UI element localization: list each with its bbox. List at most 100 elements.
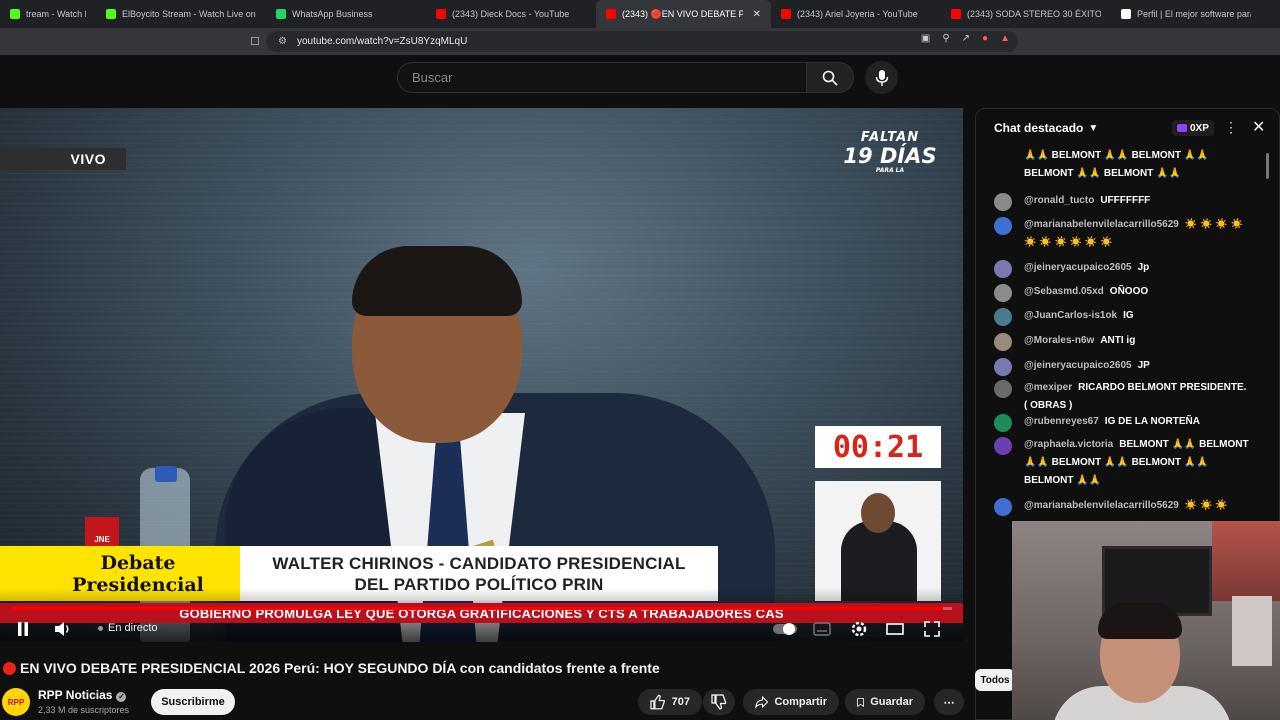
chat-message[interactable]: @raphaela.victoria BELMONT 🙏🙏 BELMONT 🙏🙏 … [994, 436, 1252, 490]
channel-name[interactable]: RPP Noticias ✓ [38, 688, 127, 702]
chat-filter-chip[interactable]: Todos [975, 669, 1015, 691]
chat-author[interactable]: @rubenreyes67 [1024, 416, 1099, 427]
chat-avatar[interactable] [994, 284, 1012, 302]
url-field[interactable]: ⚙ youtube.com/watch?v=ZsU8YzqMLqU [266, 31, 1018, 52]
theater-mode-button[interactable] [884, 618, 906, 640]
site-info-icon[interactable]: ⚙ [278, 36, 287, 47]
chat-author[interactable]: @JuanCarlos-is1ok [1024, 310, 1117, 321]
chat-author[interactable]: @jeineryacupaico2605 [1024, 262, 1132, 273]
chat-message[interactable]: 🙏🙏 BELMONT 🙏🙏 BELMONT 🙏🙏 BELMONT 🙏🙏 BELM… [994, 147, 1252, 183]
channel-avatar[interactable]: RPP [2, 688, 30, 716]
share-page-icon[interactable]: ↗ [962, 33, 970, 44]
tab-favicon-icon [1121, 9, 1131, 19]
vpn-icon[interactable]: ▲ [1000, 33, 1010, 44]
tab-label: (2343) Dieck Docs - YouTube [452, 9, 570, 19]
tab-favicon-icon [436, 9, 446, 19]
chat-text: ANTI ig [1100, 335, 1136, 346]
subscribe-button[interactable]: Suscribirme [151, 689, 235, 715]
settings-button[interactable] [848, 618, 870, 640]
chat-text: 🙏🙏 BELMONT 🙏🙏 BELMONT 🙏🙏 BELMONT 🙏🙏 BELM… [1024, 150, 1209, 179]
share-button[interactable]: Compartir [743, 689, 839, 715]
tab-favicon-icon [951, 9, 961, 19]
chat-author[interactable]: @ronald_tucto [1024, 195, 1094, 206]
tab-close-icon[interactable]: ✕ [753, 9, 761, 20]
tab-label: tream - Watch Live on Ki [26, 9, 86, 19]
video-player[interactable]: VIVO FALTAN 19 DÍAS PARA LA 00:21 JNE De… [0, 108, 963, 642]
chat-author[interactable]: @jeineryacupaico2605 [1024, 360, 1132, 371]
browser-tab[interactable]: tream - Watch Live on Ki [0, 0, 96, 28]
extension-icon[interactable]: ● [982, 33, 988, 44]
bottle-cap [155, 466, 177, 482]
theater-icon [886, 623, 904, 635]
bookmark-icon[interactable]: ☐ [250, 35, 260, 48]
like-button[interactable]: 707 [638, 689, 702, 715]
search-input[interactable]: Buscar [397, 62, 807, 93]
chat-avatar[interactable] [994, 333, 1012, 351]
zoom-icon[interactable]: ⚲ [942, 33, 949, 44]
chat-avatar[interactable] [994, 308, 1012, 326]
chat-message[interactable]: @ronald_tucto UFFFFFFF [994, 192, 1252, 211]
chat-author[interactable]: @Sebasmd.05xd [1024, 286, 1104, 297]
browser-tab[interactable]: Perfil | El mejor software para poten [1111, 0, 1261, 28]
chat-avatar[interactable] [994, 414, 1012, 432]
chat-avatar[interactable] [994, 260, 1012, 278]
xp-badge[interactable]: 0XP [1172, 120, 1214, 136]
browser-tab[interactable]: (2343) Dieck Docs - YouTube [426, 0, 596, 28]
chat-text: ☀️ ☀️ ☀️ [1184, 500, 1228, 511]
chat-message[interactable]: @jeineryacupaico2605 JP [994, 357, 1252, 376]
tab-favicon-icon [781, 9, 791, 19]
dislike-button[interactable] [703, 689, 735, 715]
chat-message[interactable]: @Sebasmd.05xd OÑOOO [994, 283, 1252, 302]
voice-search-button[interactable] [865, 61, 898, 94]
browser-tab[interactable]: (2343) 🔴EN VIVO DEBATE P ✕ [596, 0, 771, 28]
browser-tab[interactable]: ElBoycito Stream - Watch Live on [96, 0, 266, 28]
chat-avatar[interactable] [994, 380, 1012, 398]
chat-scrollbar[interactable] [1266, 153, 1269, 179]
countdown-line3: PARA LA [875, 167, 905, 174]
tab-label: ElBoycito Stream - Watch Live on [122, 9, 256, 19]
chat-message[interactable]: @rubenreyes67 IG DE LA NORTEÑA [994, 413, 1252, 432]
pause-button[interactable] [12, 618, 34, 640]
chat-message[interactable]: @Morales-n6w ANTI ig [994, 332, 1252, 351]
share-label: Compartir [774, 696, 827, 708]
chat-message[interactable]: @mexiper RICARDO BELMONT PRESIDENTE. ( OB… [994, 379, 1252, 415]
browser-tab[interactable]: WhatsApp Business [266, 0, 426, 28]
chat-message[interactable]: @marianabelenvilelacarrillo5629 ☀️ ☀️ ☀️ [994, 497, 1252, 516]
search-button[interactable] [806, 62, 854, 93]
volume-button[interactable] [52, 618, 74, 640]
save-button[interactable]: Guardar [845, 689, 925, 715]
live-indicator[interactable]: En directo [98, 622, 158, 634]
fullscreen-button[interactable] [921, 618, 943, 640]
progress-bar[interactable] [12, 607, 952, 610]
chat-menu-icon[interactable]: ⋮ [1224, 119, 1238, 136]
autoplay-toggle[interactable] [772, 618, 798, 640]
bookmark-save-icon [857, 697, 864, 707]
chat-avatar[interactable] [994, 498, 1012, 516]
chat-text: Jp [1137, 262, 1150, 273]
install-icon[interactable]: ▣ [921, 33, 930, 44]
chat-avatar[interactable] [994, 437, 1012, 455]
chat-author[interactable]: @marianabelenvilelacarrillo5629 [1024, 500, 1179, 511]
chat-author[interactable]: @Morales-n6w [1024, 335, 1094, 346]
live-dot-icon [98, 625, 103, 631]
chat-avatar[interactable] [994, 358, 1012, 376]
channel-name-text: RPP Noticias [38, 688, 113, 702]
chat-avatar[interactable] [994, 193, 1012, 211]
browser-tab[interactable]: (2343) Ariel Joyeria - YouTube [771, 0, 941, 28]
countdown-days: 19 DÍAS [843, 144, 937, 168]
chat-author[interactable]: @marianabelenvilelacarrillo5629 [1024, 219, 1179, 230]
close-icon[interactable]: ✕ [1252, 117, 1265, 137]
browser-tab[interactable]: (2343) SODA STEREO 30 ÉXITOS CLÁ [941, 0, 1111, 28]
address-bar-icons: ▣ ⚲ ↗ ● ▲ [921, 33, 1010, 44]
subtitles-icon [813, 622, 831, 636]
chat-author[interactable]: @raphaela.victoria [1024, 439, 1113, 450]
candidate-hair [352, 246, 522, 316]
chat-message[interactable]: @marianabelenvilelacarrillo5629 ☀️ ☀️ ☀️ … [994, 216, 1252, 252]
browser-tab-strip: tream - Watch Live on Ki ElBoycito Stream… [0, 0, 1280, 28]
chat-message[interactable]: @JuanCarlos-is1ok IG [994, 307, 1252, 326]
chat-author[interactable]: @mexiper [1024, 382, 1072, 393]
chat-message[interactable]: @jeineryacupaico2605 Jp [994, 259, 1252, 278]
more-actions-button[interactable]: ⋯ [934, 689, 964, 715]
chat-avatar[interactable] [994, 217, 1012, 235]
subtitles-button[interactable] [812, 618, 832, 640]
